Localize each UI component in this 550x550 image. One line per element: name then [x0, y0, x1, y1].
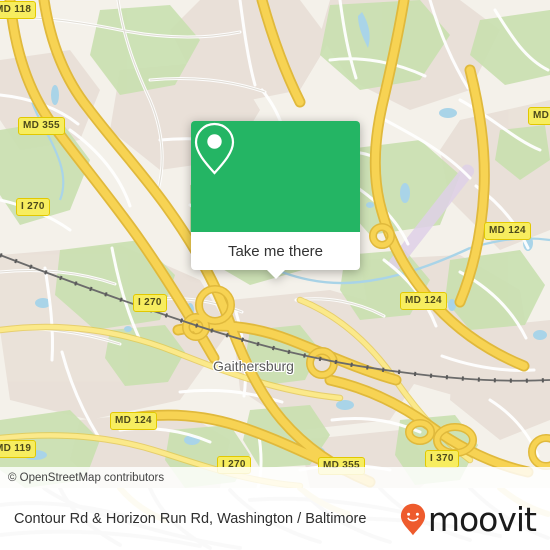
road-shield: MD 124: [484, 222, 531, 240]
moovit-station-map-card: MD 118 MD 355 I 270 MD MD 124 MD 124 I 2…: [0, 0, 550, 550]
popup-tail: [265, 269, 286, 279]
road-shield: I 270: [16, 198, 50, 216]
road-shield: MD 355: [18, 117, 65, 135]
take-me-there-button[interactable]: Take me there: [191, 232, 360, 270]
station-title: Contour Rd & Horizon Run Rd, Washington …: [14, 511, 367, 527]
road-shield: MD: [528, 107, 550, 125]
destination-popup-card[interactable]: Take me there: [191, 121, 360, 279]
map-pin-icon: [194, 122, 235, 175]
road-shield: I 370: [425, 450, 459, 468]
attribution-text: © OpenStreetMap contributors: [8, 471, 165, 484]
road-shield: I 270: [133, 294, 167, 312]
footer-bar: Contour Rd & Horizon Run Rd, Washington …: [0, 488, 550, 550]
take-me-there-label: Take me there: [227, 242, 324, 260]
popup-icon-area: [191, 121, 360, 232]
map-canvas[interactable]: MD 118 MD 355 I 270 MD MD 124 MD 124 I 2…: [0, 0, 550, 488]
road-shield: MD 124: [400, 292, 447, 310]
place-label-gaithersburg: Gaithersburg: [213, 358, 294, 374]
moovit-logo[interactable]: moovit: [400, 499, 537, 539]
moovit-smiley-pin-icon: [400, 503, 425, 535]
map-attribution[interactable]: © OpenStreetMap contributors: [0, 467, 550, 488]
moovit-wordmark: moovit: [427, 499, 537, 539]
road-shield: MD 124: [110, 412, 157, 430]
road-shield: MD 119: [0, 440, 37, 458]
road-shield: MD 118: [0, 1, 37, 19]
